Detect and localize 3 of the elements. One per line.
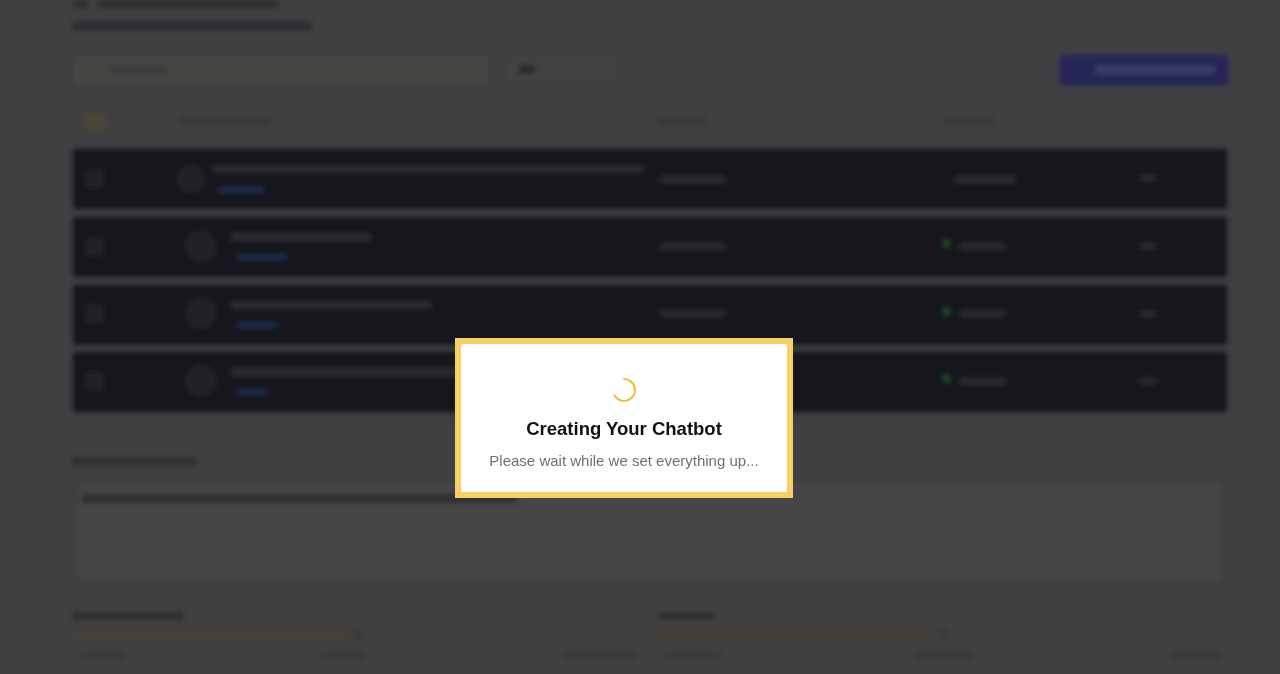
spinner-icon: [611, 377, 637, 403]
dialog-title: Creating Your Chatbot: [526, 418, 722, 440]
dialog-message: Please wait while we set everything up...: [489, 452, 759, 469]
